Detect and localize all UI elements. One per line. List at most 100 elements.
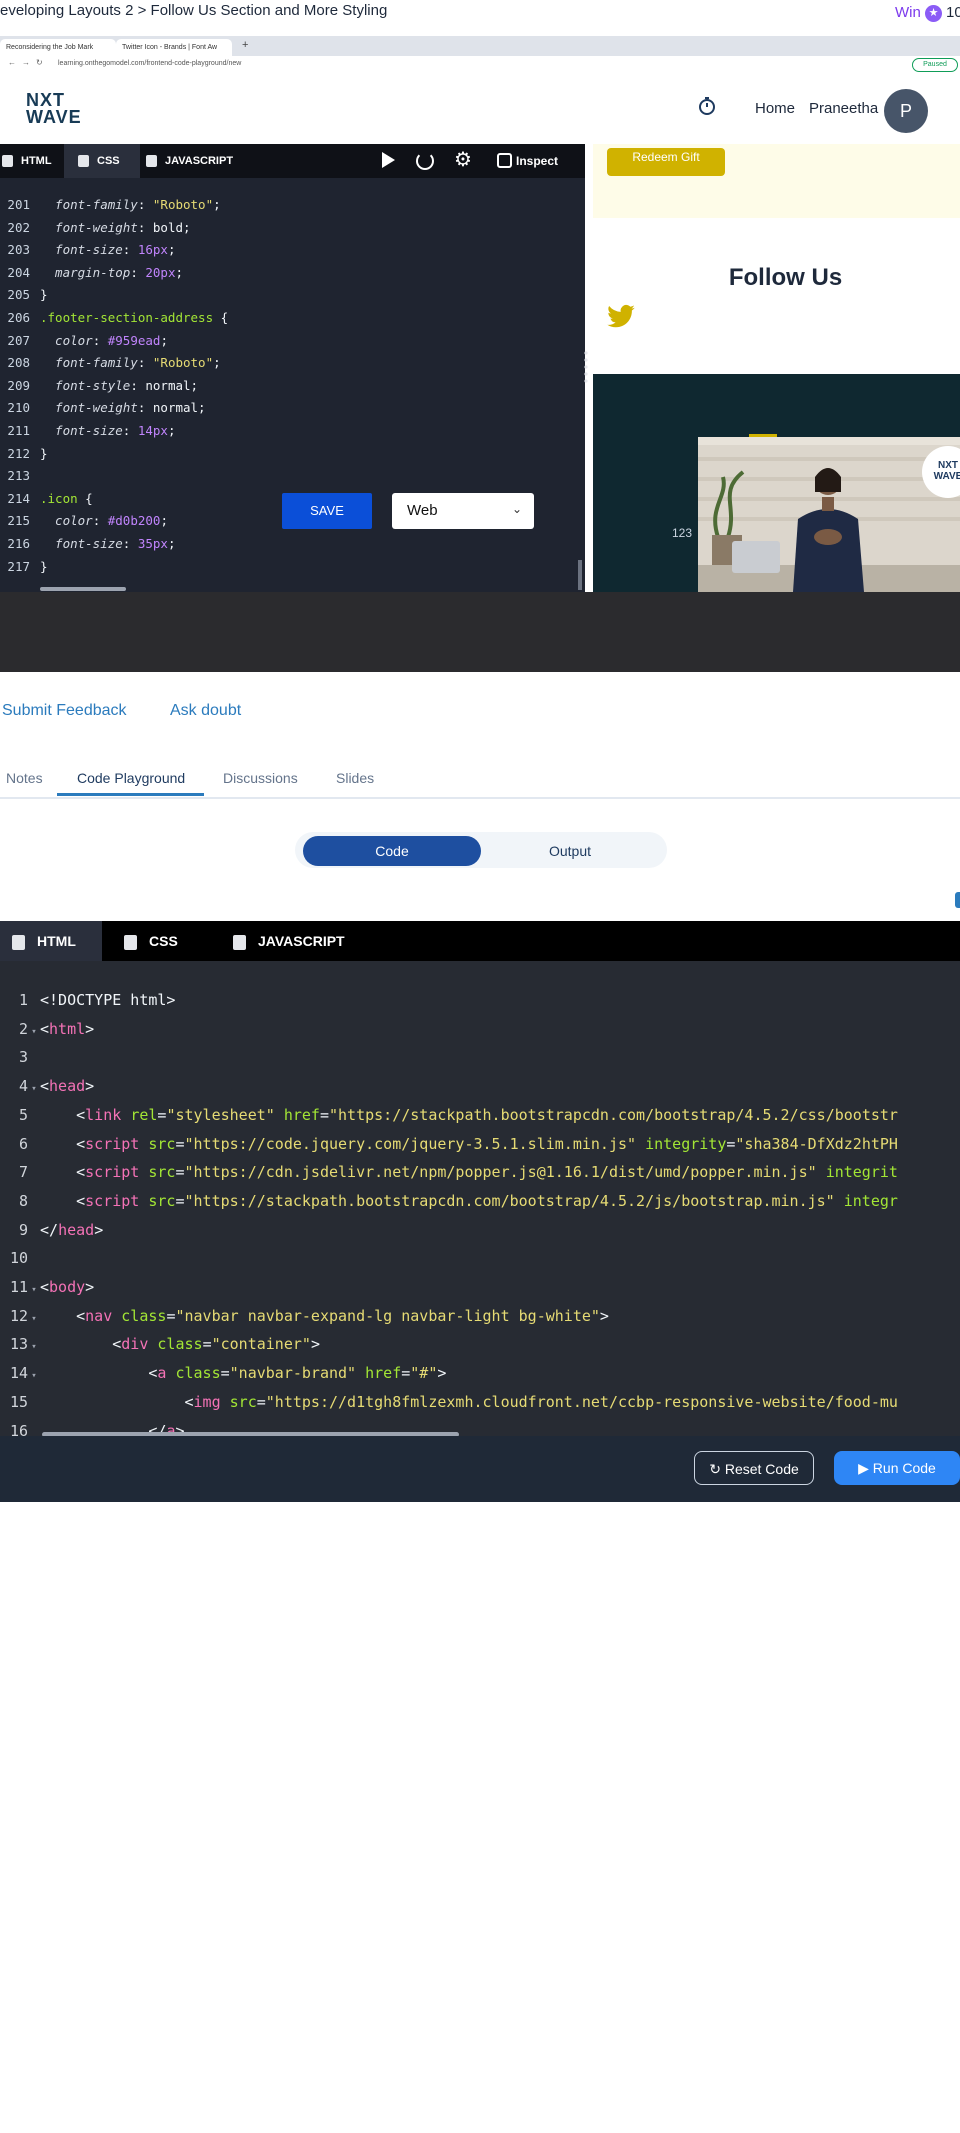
fold-arrow-icon[interactable]: ▾ (28, 1276, 40, 1305)
code-token: 35px (137, 536, 168, 551)
video-tab-html[interactable]: HTML (0, 144, 52, 178)
code-token: "https://stackpath.bootstrapcdn.com/boot… (329, 1105, 898, 1124)
browser-url-text[interactable]: learning.onthegomodel.com/frontend-code-… (58, 60, 241, 67)
line-number: 206 (7, 310, 30, 325)
browser-tab[interactable]: Reconsidering the Job Mark (0, 39, 116, 56)
code-line: 206 .footer-section-address { (0, 307, 228, 329)
line-number: 216 (7, 536, 30, 551)
tab-discussions[interactable]: Discussions (223, 770, 298, 786)
tab-code-playground[interactable]: Code Playground (77, 770, 185, 786)
browser-tab[interactable]: Twitter Icon - Brands | Font Aw (116, 39, 232, 56)
video-tab-label: CSS (97, 155, 120, 167)
code-token: ; (167, 242, 176, 258)
code-token: = (202, 1335, 212, 1354)
editor-horizontal-scrollbar[interactable] (40, 587, 126, 591)
browser-tab-label: Twitter Icon - Brands | Font Aw (122, 44, 218, 51)
code-token: ; (213, 355, 221, 371)
fold-arrow-icon[interactable]: ▾ (28, 1333, 40, 1362)
code-token: src (148, 1191, 176, 1210)
line-number: 210 (7, 400, 30, 416)
code-token: rel (130, 1105, 158, 1124)
fold-arrow-icon[interactable]: ▾ (28, 1075, 40, 1104)
save-button[interactable]: SAVE (282, 493, 372, 529)
code-token: .footer-section-address (40, 310, 214, 325)
reset-code-button[interactable]: ↻ Reset Code (694, 1451, 814, 1485)
code-token: "sha384-DfXdz2htPH (735, 1134, 898, 1153)
code-token: > (85, 1019, 95, 1038)
tab-javascript[interactable]: JAVASCRIPT (233, 921, 345, 961)
profile-status-badge[interactable]: Paused (912, 58, 958, 72)
code-token: "container" (211, 1335, 311, 1354)
code-token: { (77, 490, 93, 506)
code-token: = (220, 1364, 230, 1383)
code-line: 5 <link rel="stylesheet" href="https://s… (0, 1101, 898, 1130)
code-token: "Roboto" (152, 355, 214, 371)
code-token: href (283, 1105, 320, 1124)
code-token: < (40, 1019, 50, 1038)
new-tab-icon[interactable]: + (242, 39, 248, 51)
gear-icon[interactable]: ⚙ (454, 150, 472, 170)
line-number: 14 (9, 1364, 28, 1383)
code-line: 13 ▾ <div class="container"> (0, 1330, 320, 1359)
inspect-checkbox[interactable] (497, 153, 512, 168)
code-line: 8 <script src="https://stackpath.bootstr… (0, 1187, 898, 1216)
nav-home-link[interactable]: Home (755, 100, 795, 117)
tab-notes[interactable]: Notes (6, 770, 43, 786)
presenter-image (698, 437, 960, 592)
editor-tab-label: CSS (149, 933, 178, 949)
fold-arrow-icon[interactable]: ▾ (28, 1018, 40, 1047)
line-number: 215 (7, 513, 30, 529)
reload-icon[interactable] (416, 152, 434, 170)
fold-arrow-icon[interactable]: ▾ (28, 1362, 40, 1391)
code-token: <!DOCTYPE html> (40, 991, 176, 1009)
nxtwave-logo[interactable]: NXT WAVE (26, 91, 82, 126)
user-name[interactable]: Praneetha (809, 100, 878, 117)
stopwatch-icon[interactable] (697, 96, 717, 116)
code-token: > (310, 1335, 320, 1354)
code-token: { (213, 310, 229, 325)
code-token: color (40, 332, 93, 348)
code-token: src (148, 1134, 176, 1153)
fold-arrow-icon[interactable]: ▾ (28, 1305, 40, 1334)
line-number: 9 (18, 1220, 28, 1239)
run-code-button[interactable]: ▶ Run Code (834, 1451, 960, 1485)
browser-nav-icons[interactable]: ←→↻ (8, 58, 49, 67)
redeem-gift-button[interactable]: Redeem Gift (607, 148, 725, 176)
tab-html[interactable]: HTML (0, 921, 102, 961)
line-number: 5 (18, 1105, 28, 1124)
line-number: 1 (18, 991, 28, 1009)
video-tab-css[interactable]: CSS (64, 144, 140, 178)
browser-tab-strip: Reconsidering the Job Mark Twitter Icon … (0, 36, 960, 56)
code-token: margin-top (40, 264, 131, 280)
tab-slides[interactable]: Slides (336, 770, 374, 786)
submit-feedback-link[interactable]: Submit Feedback (2, 702, 127, 720)
side-panel-handle[interactable] (955, 892, 960, 908)
device-select[interactable]: Web ⌄ (392, 493, 534, 529)
active-tab-indicator (57, 793, 204, 796)
code-token: src (229, 1392, 257, 1411)
code-token: ; (160, 332, 168, 348)
editor-vertical-scrollbar[interactable] (578, 560, 582, 590)
toggle-output-button[interactable]: Output (481, 836, 659, 866)
tab-css[interactable]: CSS (124, 921, 178, 961)
code-token: img (193, 1392, 221, 1411)
video-tab-javascript[interactable]: JAVASCRIPT (146, 144, 233, 178)
line-number: 205 (7, 287, 30, 303)
ask-doubt-link[interactable]: Ask doubt (170, 702, 241, 720)
line-number: 13 (9, 1335, 28, 1354)
code-token: } (40, 558, 48, 574)
avatar[interactable]: P (884, 89, 928, 133)
play-icon[interactable] (382, 152, 395, 168)
code-token: link (85, 1105, 122, 1124)
code-token: : (122, 536, 138, 551)
code-token: font-size (40, 536, 123, 551)
line-number: 213 (7, 468, 30, 484)
line-number: 202 (7, 219, 30, 235)
follow-us-heading: Follow Us (728, 264, 843, 291)
toggle-code-button[interactable]: Code (303, 836, 481, 866)
code-token: < (40, 1163, 86, 1182)
pane-resize-handle[interactable] (584, 350, 588, 384)
code-token: : (137, 355, 153, 371)
